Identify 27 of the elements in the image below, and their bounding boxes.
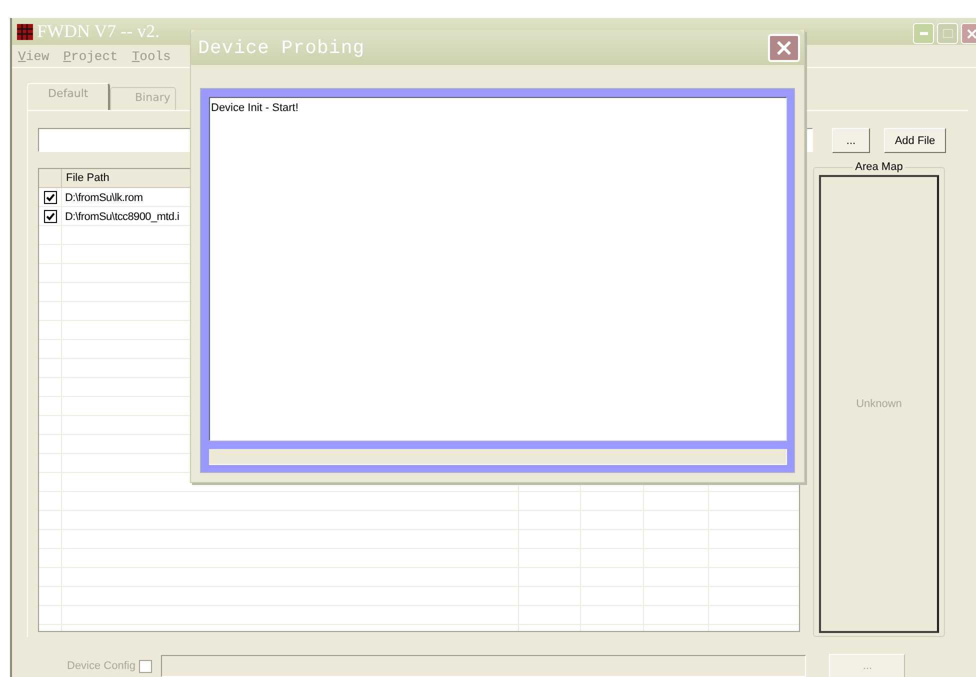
device-config-label: Device Config: [67, 660, 136, 672]
window-title: FWDN V7 -- v2.: [37, 21, 160, 42]
maximize-button[interactable]: [937, 23, 958, 44]
tab[interactable]: Binary: [110, 87, 176, 110]
tab[interactable]: Default: [27, 83, 110, 110]
close-button[interactable]: [768, 34, 800, 62]
app-icon: [17, 24, 33, 40]
add-file-button[interactable]: Add File: [884, 128, 946, 153]
minimize-icon: [920, 32, 928, 35]
file-path: D:\fromSu\lk.rom: [64, 192, 143, 204]
close-icon: [776, 40, 792, 56]
browse-button[interactable]: ...: [832, 128, 870, 153]
area-map-label: Unknown: [856, 398, 902, 410]
minimize-button[interactable]: [913, 23, 934, 44]
menu-item[interactable]: Tools: [132, 48, 171, 64]
dialog-title: Device Probing: [198, 36, 365, 58]
menu-item[interactable]: Project: [63, 48, 118, 64]
checkbox[interactable]: [44, 210, 56, 223]
checkbox[interactable]: [44, 191, 56, 204]
group-title: Area Map: [854, 161, 904, 173]
column-header: File Path: [65, 172, 110, 184]
maximize-icon: [942, 29, 952, 38]
menu-item[interactable]: View: [18, 48, 50, 64]
close-button[interactable]: [961, 23, 976, 44]
log-text: Device Init - Start!: [211, 102, 298, 114]
close-icon: [966, 28, 976, 38]
file-path: D:\fromSu\tcc8900_mtd.i: [64, 210, 180, 222]
